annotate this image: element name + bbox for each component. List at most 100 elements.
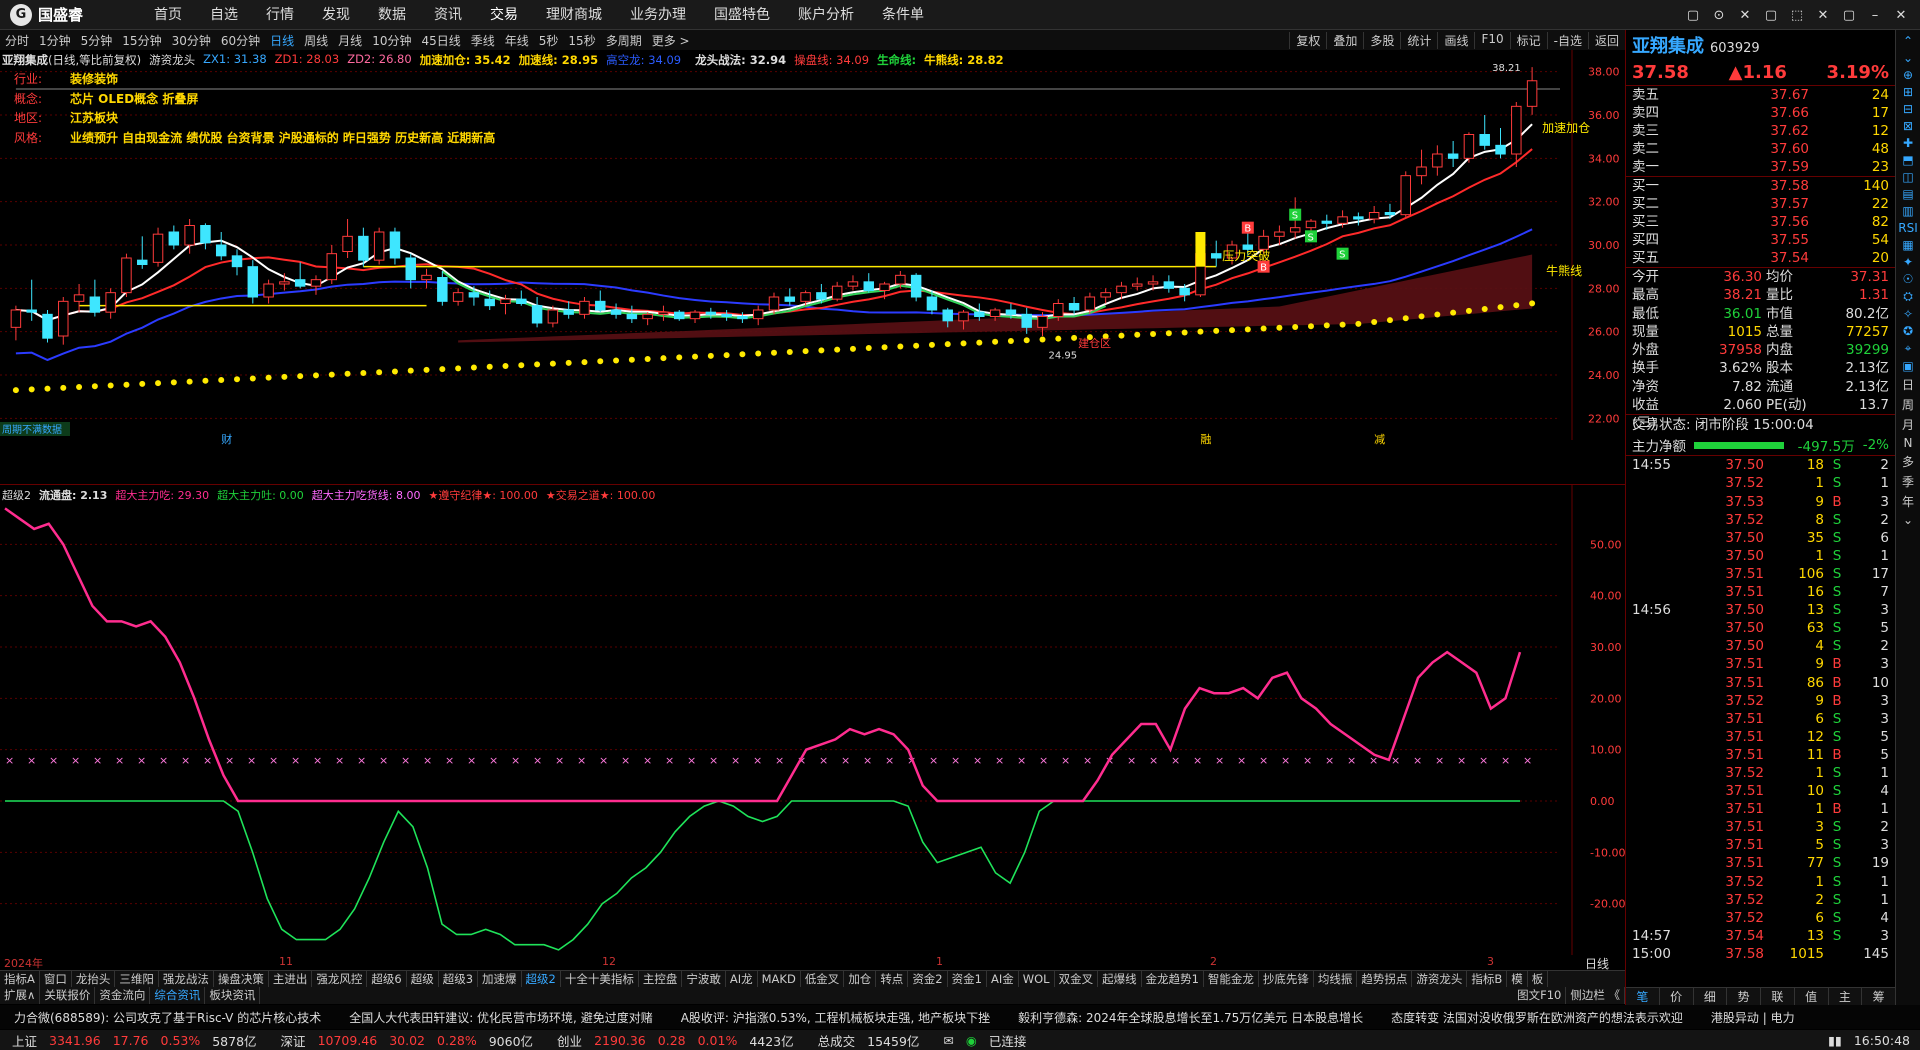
sidebar-icon-8[interactable]: ◫ bbox=[1902, 170, 1913, 184]
sidebar-icon-23[interactable]: N bbox=[1904, 436, 1913, 450]
sidebar-icon-6[interactable]: ✚ bbox=[1903, 136, 1913, 150]
news-item[interactable]: A股收评: 沪指涨0.53%, 工程机械板块走强, 地产板块下挫 bbox=[667, 1009, 1004, 1026]
sidebar-icon-1[interactable]: ⌄ bbox=[1903, 51, 1913, 65]
panel-tab-3[interactable]: 综合资讯 bbox=[150, 987, 206, 1004]
book-row[interactable]: 卖四 37.66 17 bbox=[1626, 104, 1895, 122]
menu-item-10[interactable]: 账户分析 bbox=[784, 0, 868, 30]
menu-item-3[interactable]: 发现 bbox=[308, 0, 364, 30]
indicator-tab-14[interactable]: 主控盘 bbox=[639, 971, 683, 987]
indicator-tab-22[interactable]: 资金1 bbox=[948, 971, 987, 987]
indicator-tab-25[interactable]: 双金叉 bbox=[1055, 971, 1099, 987]
news-item[interactable]: 力合微(688589): 公司攻克了基于Risc-V 的芯片核心技术 bbox=[0, 1009, 335, 1026]
book-row[interactable]: 买四 37.55 54 bbox=[1626, 231, 1895, 249]
period-15[interactable]: 多周期 bbox=[601, 32, 647, 49]
indicator-tab-18[interactable]: 低金叉 bbox=[801, 971, 845, 987]
book-row[interactable]: 卖五 37.67 24 bbox=[1626, 86, 1895, 104]
indicator-tab-12[interactable]: 超级2 bbox=[522, 971, 561, 987]
sidebar-icon-5[interactable]: ⊠ bbox=[1903, 119, 1913, 133]
sidebar-icon-19[interactable]: ▣ bbox=[1902, 359, 1913, 373]
panel-tab-5[interactable]: 图文F10 bbox=[1513, 987, 1567, 1004]
period-7[interactable]: 周线 bbox=[299, 32, 333, 49]
indicator-tab-1[interactable]: 窗口 bbox=[40, 971, 72, 987]
book-row[interactable]: 卖二 37.60 48 bbox=[1626, 140, 1895, 158]
period-3[interactable]: 15分钟 bbox=[117, 32, 166, 49]
indicator-tab-6[interactable]: 主进出 bbox=[269, 971, 313, 987]
indicator-tab-27[interactable]: 金龙趋势1 bbox=[1142, 971, 1204, 987]
indicator-tab-4[interactable]: 强龙战法 bbox=[159, 971, 214, 987]
toolbar-0[interactable]: 复权 bbox=[1289, 31, 1326, 49]
news-item[interactable]: 态度转变 法国对没收俄罗斯在欧洲资产的想法表示欢迎 bbox=[1377, 1009, 1697, 1026]
indicator-tab-17[interactable]: MAKD bbox=[758, 971, 801, 987]
period-13[interactable]: 5秒 bbox=[534, 32, 564, 49]
sidebar-icon-27[interactable]: ⌄ bbox=[1903, 513, 1913, 527]
indicator-tab-29[interactable]: 抄底先锋 bbox=[1259, 971, 1314, 987]
indicator-tab-13[interactable]: 十全十美指标 bbox=[561, 971, 639, 987]
sidebar-icon-13[interactable]: ✦ bbox=[1903, 255, 1913, 269]
toolbar-4[interactable]: 画线 bbox=[1437, 31, 1474, 49]
indicator-tab-10[interactable]: 超级3 bbox=[439, 971, 479, 987]
quote-tab-1[interactable]: 价 bbox=[1660, 988, 1694, 1005]
panel-tab-0[interactable]: 扩展∧ bbox=[0, 987, 41, 1004]
index-cy[interactable]: 创业 2190.36 0.28 0.01% 4423亿 bbox=[545, 1031, 806, 1050]
book-row[interactable]: 买一 37.58 140 bbox=[1626, 177, 1895, 195]
period-5[interactable]: 60分钟 bbox=[216, 32, 265, 49]
period-10[interactable]: 45日线 bbox=[416, 32, 465, 49]
period-14[interactable]: 15秒 bbox=[563, 32, 600, 49]
indicator-tab-23[interactable]: AI金 bbox=[987, 971, 1019, 987]
indicator-tab-30[interactable]: 均线振 bbox=[1314, 971, 1358, 987]
index-sz[interactable]: 深证 10709.46 30.02 0.28% 9060亿 bbox=[269, 1031, 546, 1050]
toolbar-1[interactable]: 叠加 bbox=[1326, 31, 1363, 49]
quote-tab-4[interactable]: 联 bbox=[1761, 988, 1795, 1005]
sidebar-icon-12[interactable]: ▦ bbox=[1902, 238, 1913, 252]
sidebar-icon-25[interactable]: 季 bbox=[1902, 473, 1914, 490]
news-item[interactable]: 港股异动 | 电力 bbox=[1697, 1009, 1809, 1026]
tools-icon[interactable]: ✕ bbox=[1734, 4, 1756, 26]
indicator-chart[interactable]: 50.00 40.00 30.00 20.00 10.00 0.00 -10.00 -20.0… bbox=[0, 485, 1625, 967]
sidebar-icon-2[interactable]: ⊕ bbox=[1903, 68, 1913, 82]
sidebar-icon-3[interactable]: ⊞ bbox=[1903, 85, 1913, 99]
indicator-tab-31[interactable]: 趋势拐点 bbox=[1357, 971, 1413, 987]
menu-item-5[interactable]: 资讯 bbox=[420, 0, 476, 30]
menu-item-0[interactable]: 首页 bbox=[140, 0, 196, 30]
app-logo[interactable]: G 国盛睿 bbox=[0, 3, 140, 26]
indicator-tab-11[interactable]: 加速爆 bbox=[478, 971, 522, 987]
sidebar-icon-11[interactable]: RSI bbox=[1898, 221, 1918, 235]
sidebar-icon-16[interactable]: ✧ bbox=[1903, 307, 1913, 321]
indicator-tab-9[interactable]: 超级 bbox=[407, 971, 439, 987]
layout-icon[interactable]: ▢ bbox=[1760, 4, 1782, 26]
toolbar-5[interactable]: F10 bbox=[1474, 31, 1509, 49]
book-row[interactable]: 买二 37.57 22 bbox=[1626, 195, 1895, 213]
sidebar-icon-22[interactable]: 月 bbox=[1902, 416, 1914, 433]
indicator-tab-26[interactable]: 起爆线 bbox=[1098, 971, 1142, 987]
sidebar-icon-17[interactable]: ✪ bbox=[1903, 324, 1913, 338]
toolbar-3[interactable]: 统计 bbox=[1400, 31, 1437, 49]
indicator-tab-34[interactable]: 模 bbox=[1507, 971, 1528, 987]
panel-tab-4[interactable]: 板块资讯 bbox=[205, 987, 261, 1004]
menu-item-9[interactable]: 国盛特色 bbox=[700, 0, 784, 30]
book-row[interactable]: 卖三 37.62 12 bbox=[1626, 122, 1895, 140]
sidebar-icon-18[interactable]: ⌖ bbox=[1905, 341, 1912, 356]
panel-tab-6[interactable]: 侧边栏 《 bbox=[1566, 987, 1625, 1004]
period-0[interactable]: 分时 bbox=[0, 32, 34, 49]
menu-item-2[interactable]: 行情 bbox=[252, 0, 308, 30]
sidebar-icon-21[interactable]: 周 bbox=[1902, 396, 1914, 413]
menu-item-8[interactable]: 业务办理 bbox=[616, 0, 700, 30]
index-sh[interactable]: 上证 3341.96 17.76 0.53% 5878亿 bbox=[0, 1031, 269, 1050]
toolbar-8[interactable]: 返回 bbox=[1587, 31, 1625, 49]
indicator-tab-35[interactable]: 板 bbox=[1528, 971, 1549, 987]
kline-chart[interactable]: 38.00 36.00 34.00 32.00 30.00 28.00 26.00 24.00… bbox=[0, 50, 1625, 485]
period-9[interactable]: 10分钟 bbox=[367, 32, 416, 49]
sidebar-icon-15[interactable]: ⛭ bbox=[1903, 289, 1913, 304]
book-row[interactable]: 买三 37.56 82 bbox=[1626, 213, 1895, 231]
indicator-tab-3[interactable]: 三维阳 bbox=[115, 971, 159, 987]
indicator-tab-8[interactable]: 超级6 bbox=[367, 971, 407, 987]
news-item[interactable]: 毅利亨德森: 2024年全球股息增长至1.75万亿美元 日本股息增长 bbox=[1004, 1009, 1377, 1026]
sidebar-icon-14[interactable]: ☉ bbox=[1903, 272, 1914, 286]
period-8[interactable]: 月线 bbox=[333, 32, 367, 49]
panel-tab-1[interactable]: 关联报价 bbox=[40, 987, 96, 1004]
book-row[interactable]: 买五 37.54 20 bbox=[1626, 249, 1895, 267]
restore-icon[interactable]: ▢ bbox=[1838, 4, 1860, 26]
indicator-tab-20[interactable]: 转点 bbox=[876, 971, 909, 987]
message-icon[interactable]: ✉ bbox=[943, 1033, 953, 1048]
sidebar-icon-24[interactable]: 多 bbox=[1902, 453, 1914, 470]
